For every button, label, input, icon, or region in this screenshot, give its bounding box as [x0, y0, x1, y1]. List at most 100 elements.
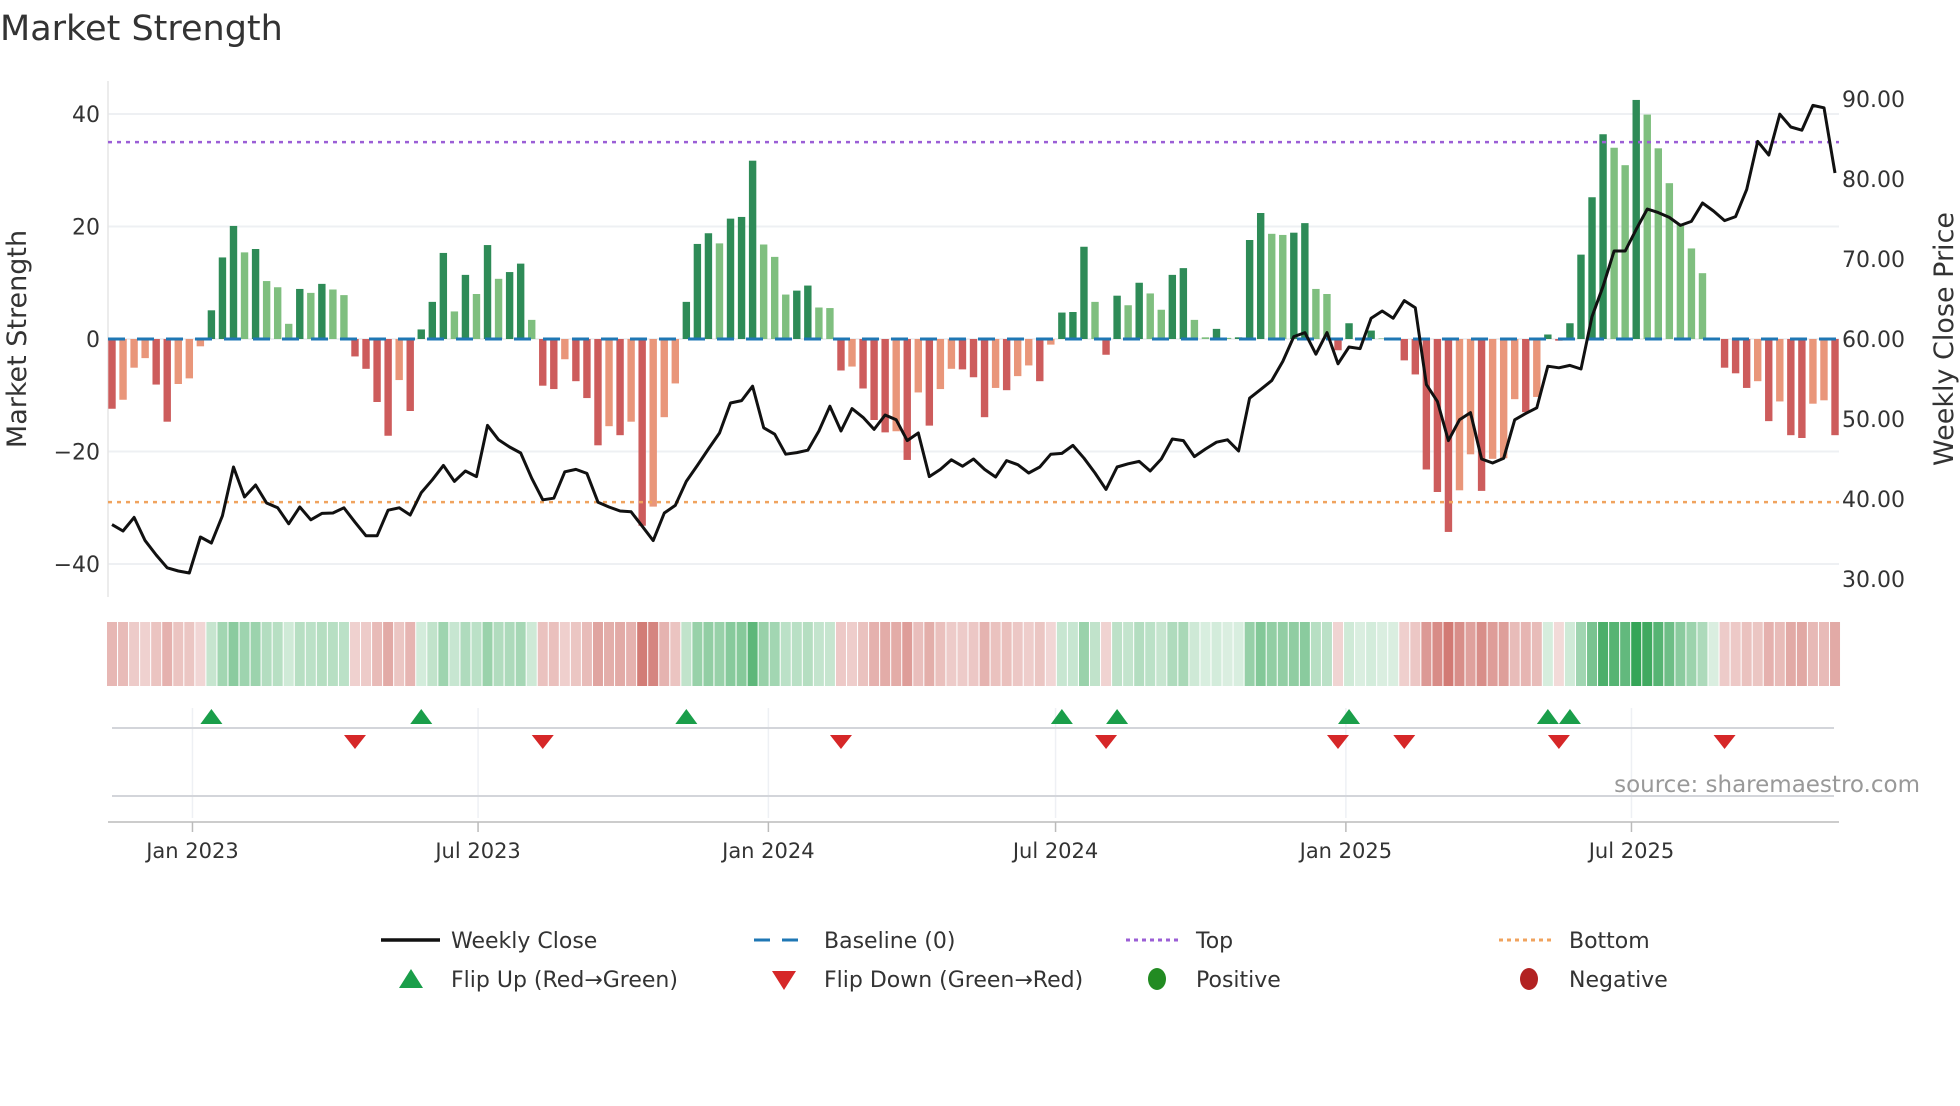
strip-cell	[1067, 622, 1078, 686]
y-tick-label: −40	[54, 553, 100, 578]
strength-bar	[1345, 323, 1353, 339]
strength-bar	[229, 225, 238, 339]
strip-cell	[349, 622, 360, 686]
strip-cell	[1531, 622, 1542, 686]
strip-cell	[604, 622, 615, 686]
strength-bar	[969, 339, 978, 378]
strength-bar	[1698, 273, 1707, 339]
strength-bar	[119, 339, 127, 400]
strip-cell	[1178, 622, 1189, 686]
source-label: source: sharemaestro.com	[1614, 772, 1920, 798]
strip-cell	[1631, 622, 1642, 686]
strength-bar	[991, 339, 1000, 388]
strip-cell	[327, 622, 338, 686]
strength-bar	[1190, 319, 1199, 339]
strength-bar	[837, 339, 845, 371]
strength-bar	[1455, 339, 1464, 491]
strength-bar	[1731, 339, 1740, 374]
strip-cell	[637, 622, 648, 686]
strip-cell	[1509, 622, 1520, 686]
y-right-tick-label: 70.00	[1842, 248, 1905, 273]
strip-cell	[681, 622, 692, 686]
strength-bar	[1809, 339, 1817, 404]
strength-bar	[1157, 309, 1165, 339]
y-right-tick-label: 40.00	[1842, 488, 1905, 513]
strip-cell	[990, 622, 1001, 686]
legend-item-baseline: Baseline (0)	[754, 929, 955, 954]
strength-bar	[737, 216, 746, 339]
strip-cell	[1266, 622, 1277, 686]
strip-cell	[581, 622, 592, 686]
flip-down-marker	[1095, 735, 1118, 749]
legend-item-top: Top	[1126, 929, 1233, 954]
strip-cell	[294, 622, 305, 686]
strength-bar	[384, 339, 392, 436]
strength-bar	[1013, 339, 1022, 377]
strip-cell	[1587, 622, 1598, 686]
circle-icon	[1520, 968, 1538, 990]
strip-cell	[1741, 622, 1752, 686]
strip-cell	[1344, 622, 1355, 686]
flip-up-marker	[675, 709, 698, 724]
flip-down-marker	[1713, 735, 1736, 749]
strip-cell	[1520, 622, 1531, 686]
strip-cell	[118, 622, 129, 686]
strip-cell	[1189, 622, 1200, 686]
strength-bar	[1787, 339, 1795, 436]
strip-cell	[968, 622, 979, 686]
strip-cell	[1443, 622, 1454, 686]
strength-bar	[218, 257, 227, 339]
flip-up-marker	[1338, 709, 1361, 724]
strip-cell	[305, 622, 316, 686]
legend-item-flip-down: Flip Down (Green→Red)	[772, 968, 1083, 993]
strip-cell	[692, 622, 703, 686]
strength-bar	[1179, 268, 1188, 339]
strip-cell	[902, 622, 913, 686]
strength-bar	[1334, 339, 1342, 351]
strength-bar	[848, 339, 856, 367]
strip-cell	[570, 622, 581, 686]
strength-bar	[782, 294, 790, 339]
strength-bar	[373, 339, 381, 402]
strip-cell	[1090, 622, 1101, 686]
flip-up-marker	[200, 709, 223, 724]
strength-bar	[1522, 339, 1530, 413]
strip-cell	[1332, 622, 1343, 686]
strip-cell	[1145, 622, 1156, 686]
strength-bar	[947, 339, 956, 369]
strength-bar	[1754, 339, 1762, 382]
legend: Weekly Close Baseline (0) Top Bottom Fli…	[381, 929, 1668, 993]
strip-cell	[780, 622, 791, 686]
strength-bar	[693, 243, 702, 339]
strength-bar	[1146, 293, 1154, 339]
x-tick-label: Jul 2024	[1011, 839, 1098, 863]
strip-cell	[1564, 622, 1575, 686]
strip-cell	[1277, 622, 1288, 686]
strength-bar	[318, 283, 326, 339]
strip-cell	[394, 622, 405, 686]
strip-cell	[316, 622, 327, 686]
strip-cell	[1211, 622, 1222, 686]
flip-up-marker	[1106, 709, 1129, 724]
strength-bar	[1533, 339, 1541, 397]
strip-cell	[1377, 622, 1388, 686]
strength-bar	[1124, 305, 1132, 339]
strip-cell	[383, 622, 394, 686]
strength-bar	[1511, 339, 1519, 400]
strip-cell	[1123, 622, 1134, 686]
strip-cell	[824, 622, 835, 686]
strip-cell	[880, 622, 891, 686]
strength-bar	[671, 339, 679, 384]
strength-heat-strip	[107, 622, 1841, 686]
strength-bar	[1798, 339, 1806, 438]
strip-cell	[1697, 622, 1708, 686]
strip-cell	[670, 622, 681, 686]
strip-cell	[1752, 622, 1763, 686]
strip-cell	[847, 622, 858, 686]
market-strength-chart: Market Strength 40 20 0 −20 −40 90.00 80.00 70…	[0, 9, 1960, 993]
strength-bar	[1002, 339, 1011, 391]
strength-bar	[505, 272, 514, 339]
strength-bar	[1488, 339, 1497, 459]
y-right-tick-label: 50.00	[1842, 408, 1905, 433]
strip-cell	[1222, 622, 1233, 686]
